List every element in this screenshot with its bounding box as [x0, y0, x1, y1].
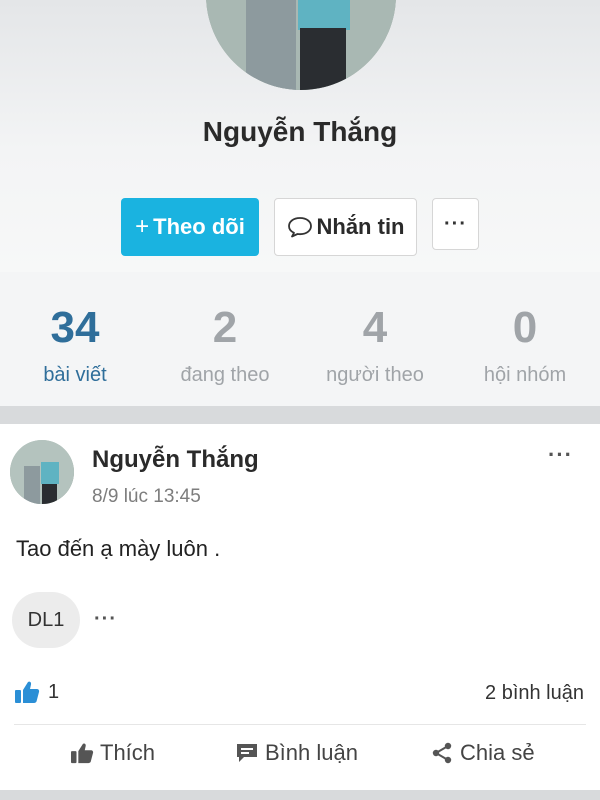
share-icon: [432, 742, 452, 764]
stat-groups[interactable]: 0 hội nhóm: [450, 272, 600, 406]
post-timestamp: 8/9 lúc 13:45: [92, 486, 201, 507]
comment-action-label: Bình luận: [265, 740, 358, 765]
post-card: Nguyễn Thắng 8/9 lúc 13:45 ··· Tao đến ạ…: [0, 424, 600, 790]
post-separator: [14, 724, 586, 725]
follow-button[interactable]: + Theo dõi: [121, 198, 259, 256]
message-button[interactable]: Nhắn tin: [274, 198, 417, 256]
stat-value: 2: [212, 303, 238, 352]
profile-stats: 34 bài viết 2 đang theo 4 người theo 0 h…: [0, 272, 600, 406]
plus-icon: +: [135, 213, 150, 240]
stat-label: đang theo: [180, 364, 270, 386]
profile-header: Nguyễn Thắng + Theo dõi Nhắn tin ···: [0, 0, 600, 272]
post-content: Tao đến ạ mày luôn .: [16, 536, 221, 561]
profile-name: Nguyễn Thắng: [202, 116, 398, 147]
more-options-button[interactable]: ···: [432, 198, 479, 250]
share-action-label: Chia sẻ: [460, 740, 535, 765]
comment-count[interactable]: 2 bình luận: [485, 682, 584, 705]
like-action-label: Thích: [100, 740, 156, 765]
comment-icon: [237, 744, 257, 762]
stat-value: 0: [512, 303, 538, 352]
thumbs-up-icon: [71, 743, 94, 764]
stat-value: 4: [362, 303, 388, 352]
stat-label: hội nhóm: [483, 364, 567, 386]
section-divider: [0, 406, 600, 424]
like-count[interactable]: 1: [14, 680, 59, 704]
stat-following[interactable]: 2 đang theo: [150, 272, 300, 406]
stat-label: bài viết: [43, 364, 107, 386]
profile-avatar[interactable]: [206, 0, 396, 90]
stat-value: 34: [50, 303, 100, 352]
comment-action-button[interactable]: Bình luận: [235, 740, 358, 766]
post-menu-button[interactable]: ···: [548, 442, 573, 468]
message-label: Nhắn tin: [316, 214, 405, 239]
follow-label: Theo dõi: [153, 214, 245, 239]
stat-followers[interactable]: 4 người theo: [300, 272, 450, 406]
like-count-value: 1: [48, 680, 60, 703]
tag-chip[interactable]: DL1: [12, 592, 80, 648]
stat-posts[interactable]: 34 bài viết: [0, 272, 150, 406]
bottom-divider: [0, 790, 600, 800]
tag-more-button[interactable]: ···: [94, 608, 117, 631]
post-author-avatar[interactable]: [10, 440, 74, 504]
chat-bubble-icon: [287, 217, 312, 238]
thumbs-up-icon: [15, 681, 40, 703]
post-author-name[interactable]: Nguyễn Thắng: [92, 446, 259, 474]
post-actions: Thích Bình luận Chia sẻ: [0, 740, 600, 780]
stat-label: người theo: [326, 364, 424, 386]
share-action-button[interactable]: Chia sẻ: [430, 740, 535, 766]
like-action-button[interactable]: Thích: [70, 740, 155, 766]
